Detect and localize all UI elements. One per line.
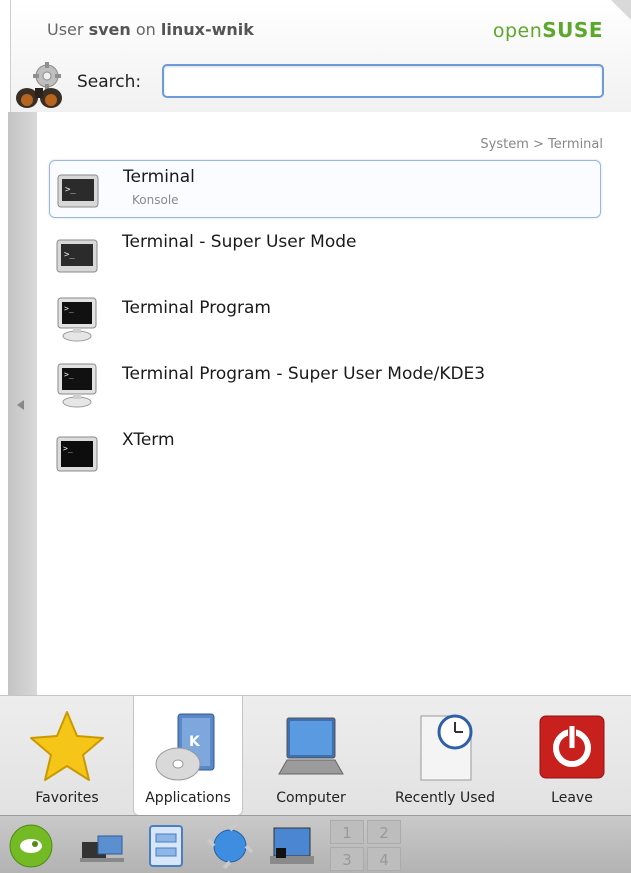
tab-computer[interactable]: Computer — [256, 696, 366, 816]
svg-text:>_: >_ — [64, 304, 74, 313]
clock-document-icon — [420, 714, 473, 781]
desktop-1[interactable]: 1 — [330, 820, 364, 844]
result-title: Terminal - Super User Mode — [122, 232, 357, 252]
result-title: XTerm — [122, 430, 175, 450]
binoculars-search-icon — [16, 62, 62, 108]
tab-label: Applications — [145, 790, 231, 806]
tab-label: Recently Used — [394, 790, 496, 806]
konsole-terminal-icon: >_ — [56, 239, 98, 273]
tab-leave[interactable]: Leave — [522, 696, 622, 816]
kickoff-tab-bar: Favorites K Applications Computer Recent… — [0, 695, 631, 816]
svg-text:K: K — [189, 734, 201, 750]
svg-text:>_: >_ — [64, 370, 74, 379]
show-desktop-icon[interactable] — [268, 822, 316, 870]
search-results-panel: System > Terminal >_ Terminal Konsole >_… — [37, 112, 631, 695]
svg-text:>_: >_ — [64, 250, 75, 260]
result-title: Terminal Program - Super User Mode/KDE3 — [122, 364, 486, 384]
result-item[interactable]: >_ Terminal - Super User Mode — [49, 226, 601, 284]
user-info: User sven on linux-wnik — [47, 20, 254, 39]
username: sven — [88, 20, 131, 39]
taskbar: 1 2 3 4 — [0, 815, 631, 873]
kickoff-menu: User sven on linux-wnik openSUSE Search:… — [0, 0, 631, 873]
menu-header: User sven on linux-wnik openSUSE Search: — [10, 0, 631, 112]
opensuse-gecko-icon[interactable] — [6, 822, 56, 870]
result-item[interactable]: >_ Terminal Program - Super User Mode/KD… — [49, 358, 601, 416]
result-item[interactable]: >_ XTerm — [49, 424, 601, 482]
back-navigation-strip[interactable] — [8, 112, 37, 695]
tab-applications[interactable]: K Applications — [133, 696, 243, 816]
desktop-2[interactable]: 2 — [367, 820, 401, 844]
search-label: Search: — [77, 72, 142, 92]
svg-text:>_: >_ — [65, 185, 76, 195]
user-prefix: User — [47, 20, 84, 39]
desktop-3[interactable]: 3 — [330, 847, 364, 871]
hostname: linux-wnik — [160, 20, 254, 39]
result-title: Terminal — [123, 167, 195, 187]
host-prefix: on — [135, 20, 156, 39]
network-icon[interactable] — [78, 822, 126, 870]
tab-label: Leave — [551, 790, 593, 806]
xterm-icon: >_ — [56, 436, 98, 472]
desktop-4[interactable]: 4 — [367, 847, 401, 871]
power-icon — [539, 715, 605, 779]
web-browser-icon[interactable] — [206, 822, 254, 870]
star-icon — [30, 711, 104, 781]
tab-favorites[interactable]: Favorites — [12, 696, 122, 816]
result-item[interactable]: >_ Terminal Program — [49, 292, 601, 350]
file-manager-icon[interactable] — [142, 822, 190, 870]
search-input[interactable] — [162, 64, 604, 98]
monitor-terminal-icon: >_ — [57, 363, 97, 408]
applications-icon: K — [155, 713, 215, 781]
svg-text:>_: >_ — [63, 444, 73, 453]
virtual-desktop-pager: 1 2 3 4 — [330, 820, 404, 872]
konsole-terminal-icon: >_ — [57, 174, 99, 208]
back-arrow-icon — [17, 400, 24, 410]
laptop-icon — [278, 717, 344, 775]
result-title: Terminal Program — [122, 298, 271, 318]
result-item[interactable]: >_ Terminal Konsole — [49, 160, 601, 218]
tab-label: Computer — [276, 790, 346, 806]
result-subtitle: Konsole — [132, 193, 179, 207]
monitor-terminal-icon: >_ — [57, 297, 97, 342]
tab-label: Favorites — [35, 790, 99, 806]
opensuse-logo: openSUSE — [492, 18, 603, 42]
resize-corner[interactable] — [609, 0, 631, 22]
breadcrumb: System > Terminal — [480, 137, 603, 152]
tab-recently-used[interactable]: Recently Used — [380, 696, 510, 816]
